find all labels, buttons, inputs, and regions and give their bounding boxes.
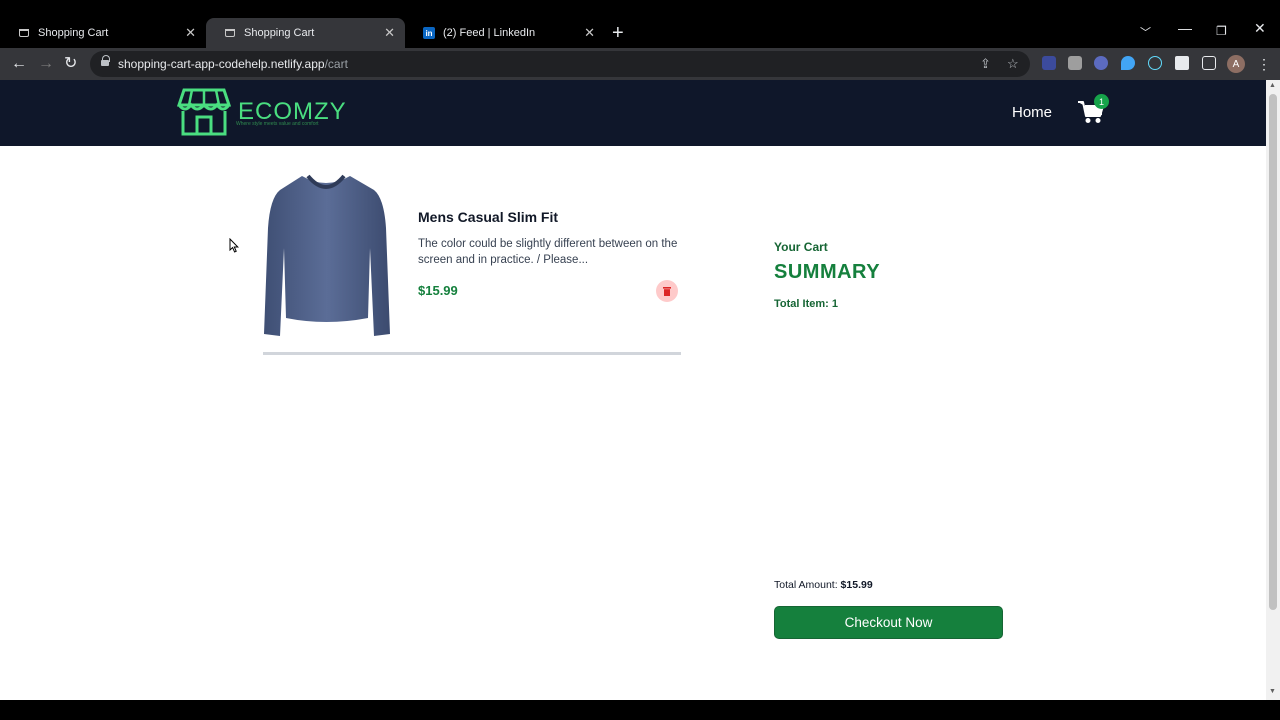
extensions-puzzle-icon[interactable] — [1175, 56, 1189, 70]
total-items: Total Item: 1 — [774, 298, 838, 310]
tab-linkedin[interactable]: in (2) Feed | LinkedIn ✕ — [405, 18, 605, 48]
minimize-icon[interactable]: — — [1178, 20, 1192, 36]
scroll-down-icon[interactable]: ▼ — [1269, 688, 1276, 695]
url-text: shopping-cart-app-codehelp.netlify.app/c… — [118, 57, 348, 71]
extension-pen-icon[interactable] — [1042, 56, 1056, 70]
tab-title: (2) Feed | LinkedIn — [443, 27, 536, 39]
mouse-cursor-icon — [229, 238, 239, 253]
site-logo[interactable]: ECOMZY Where style meets value and comfo… — [176, 87, 347, 137]
cart-icon — [224, 27, 236, 39]
bookmark-star-icon[interactable]: ☆ — [1007, 56, 1019, 72]
tab-strip: Shopping Cart ✕ Shopping Cart ✕ in (2) F… — [0, 0, 1280, 48]
address-bar[interactable]: shopping-cart-app-codehelp.netlify.app/c… — [90, 51, 1030, 77]
reload-icon[interactable]: ↻ — [64, 54, 77, 74]
share-icon[interactable]: ⇪ — [980, 56, 991, 72]
extension-gear-icon[interactable] — [1094, 56, 1108, 70]
page-scrollbar[interactable]: ▲ ▼ — [1266, 80, 1280, 700]
cart-count-badge: 1 — [1094, 94, 1109, 109]
cart-icon — [18, 27, 30, 39]
item-description: The color could be slightly different be… — [418, 238, 678, 266]
close-icon[interactable]: ✕ — [584, 25, 595, 41]
side-panel-icon[interactable] — [1202, 56, 1216, 70]
nav-home-link[interactable]: Home — [1012, 104, 1052, 121]
close-icon[interactable]: ✕ — [384, 25, 395, 41]
scrollbar-thumb[interactable] — [1269, 94, 1277, 610]
tab-shopping-cart-2[interactable]: Shopping Cart ✕ — [206, 18, 405, 48]
summary-label: Your Cart — [774, 240, 828, 254]
tab-title: Shopping Cart — [244, 27, 315, 39]
item-price: $15.99 — [418, 283, 458, 298]
window-close-icon[interactable]: ✕ — [1254, 20, 1266, 37]
checkout-button[interactable]: Checkout Now — [774, 606, 1003, 639]
site-navbar: ECOMZY Where style meets value and comfo… — [0, 80, 1266, 146]
avatar[interactable]: A — [1227, 55, 1245, 73]
linkedin-icon: in — [423, 27, 435, 39]
browser-toolbar: ← → ↻ shopping-cart-app-codehelp.netlify… — [0, 48, 1280, 80]
extension-drop-icon[interactable] — [1121, 56, 1135, 70]
page-viewport: ECOMZY Where style meets value and comfo… — [0, 80, 1266, 700]
summary-title: SUMMARY — [774, 261, 881, 283]
window-bottom-edge — [0, 700, 1280, 720]
tab-shopping-cart-1[interactable]: Shopping Cart ✕ — [0, 18, 206, 48]
total-amount-label: Total Amount: — [774, 579, 838, 591]
back-icon[interactable]: ← — [11, 54, 27, 74]
store-icon — [176, 88, 232, 136]
menu-icon[interactable]: ⋮ — [1257, 54, 1271, 74]
restore-icon[interactable]: ❐ — [1216, 24, 1227, 38]
trash-icon — [663, 286, 671, 296]
tab-title: Shopping Cart — [38, 27, 109, 39]
new-tab-button[interactable]: + — [612, 22, 624, 44]
item-divider — [263, 352, 681, 355]
total-amount: Total Amount: $15.99 — [774, 579, 873, 591]
tab-search-icon[interactable]: ﹀ — [1140, 24, 1151, 40]
item-title: Mens Casual Slim Fit — [418, 209, 559, 225]
forward-icon[interactable]: → — [38, 54, 54, 74]
product-image — [264, 174, 390, 336]
lock-icon — [101, 55, 110, 68]
react-devtools-icon[interactable] — [1148, 56, 1162, 70]
total-amount-value: $15.99 — [840, 579, 873, 591]
scroll-up-icon[interactable]: ▲ — [1269, 82, 1276, 89]
remove-item-button[interactable] — [656, 280, 678, 302]
close-icon[interactable]: ✕ — [185, 25, 196, 41]
logo-tagline: Where style meets value and comfort — [236, 121, 319, 127]
extension-camera-icon[interactable] — [1068, 56, 1082, 70]
